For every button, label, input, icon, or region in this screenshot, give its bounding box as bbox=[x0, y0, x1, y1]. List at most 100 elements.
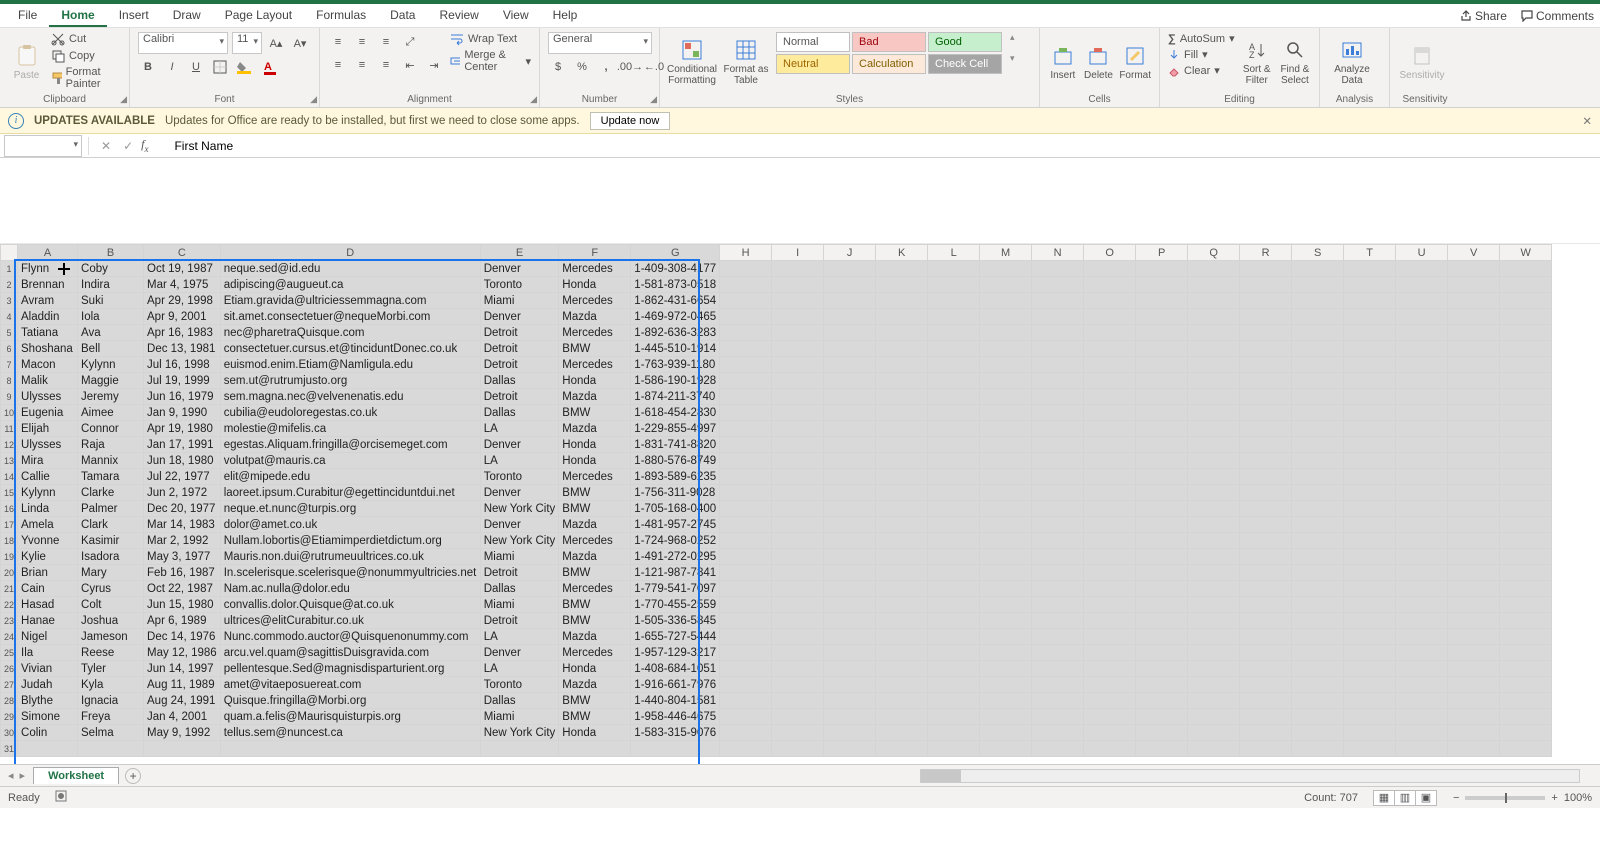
cell[interactable]: BMW bbox=[559, 709, 631, 725]
cell[interactable] bbox=[1188, 725, 1240, 741]
cell[interactable]: 1-121-987-7841 bbox=[631, 565, 720, 581]
cell[interactable] bbox=[1292, 309, 1344, 325]
cell[interactable]: Jul 22, 1977 bbox=[144, 469, 221, 485]
cell[interactable] bbox=[1292, 565, 1344, 581]
cell[interactable] bbox=[1240, 725, 1292, 741]
menu-formulas[interactable]: Formulas bbox=[304, 5, 378, 27]
cell[interactable] bbox=[220, 741, 480, 757]
cell[interactable] bbox=[720, 341, 772, 357]
cell[interactable] bbox=[1032, 533, 1084, 549]
menu-home[interactable]: Home bbox=[49, 5, 106, 27]
cell[interactable] bbox=[772, 549, 824, 565]
cell[interactable]: Dec 14, 1976 bbox=[144, 629, 221, 645]
cell[interactable]: neque.et.nunc@turpis.org bbox=[220, 501, 480, 517]
cell[interactable] bbox=[1396, 517, 1448, 533]
cell[interactable] bbox=[1084, 405, 1136, 421]
cell[interactable] bbox=[876, 709, 928, 725]
view-switcher[interactable]: ▦▥▣ bbox=[1374, 790, 1437, 806]
cell[interactable] bbox=[1032, 293, 1084, 309]
cell[interactable]: LA bbox=[480, 629, 559, 645]
cell[interactable]: Apr 16, 1983 bbox=[144, 325, 221, 341]
row-header[interactable]: 29 bbox=[1, 709, 18, 725]
cell[interactable] bbox=[720, 437, 772, 453]
cell[interactable] bbox=[928, 533, 980, 549]
cell[interactable]: Yvonne bbox=[18, 533, 78, 549]
cell[interactable]: Honda bbox=[559, 373, 631, 389]
cell[interactable]: 1-957-129-3217 bbox=[631, 645, 720, 661]
cell[interactable] bbox=[720, 389, 772, 405]
cell[interactable] bbox=[1500, 517, 1552, 533]
cell[interactable] bbox=[1396, 405, 1448, 421]
cell[interactable] bbox=[1500, 261, 1552, 277]
row-header[interactable]: 3 bbox=[1, 293, 18, 309]
paste-button[interactable]: Paste bbox=[8, 32, 45, 92]
cell[interactable] bbox=[1448, 645, 1500, 661]
cell[interactable]: adipiscing@augueut.ca bbox=[220, 277, 480, 293]
cell[interactable] bbox=[1292, 693, 1344, 709]
col-header-P[interactable]: P bbox=[1136, 245, 1188, 261]
cell[interactable]: 1-583-315-9076 bbox=[631, 725, 720, 741]
cell[interactable]: sem.magna.nec@velvenenatis.edu bbox=[220, 389, 480, 405]
col-header-J[interactable]: J bbox=[824, 245, 876, 261]
cell[interactable]: Jul 16, 1998 bbox=[144, 357, 221, 373]
cell[interactable] bbox=[772, 405, 824, 421]
cell[interactable] bbox=[928, 293, 980, 309]
cell[interactable] bbox=[824, 309, 876, 325]
col-header-R[interactable]: R bbox=[1240, 245, 1292, 261]
cell[interactable]: 1-880-576-8749 bbox=[631, 453, 720, 469]
row-header[interactable]: 14 bbox=[1, 469, 18, 485]
cell[interactable] bbox=[1136, 405, 1188, 421]
cell[interactable] bbox=[980, 565, 1032, 581]
cell[interactable] bbox=[1136, 597, 1188, 613]
cell[interactable] bbox=[1500, 613, 1552, 629]
cell[interactable]: BMW bbox=[559, 693, 631, 709]
cell[interactable] bbox=[980, 581, 1032, 597]
cell[interactable] bbox=[720, 453, 772, 469]
cell[interactable] bbox=[720, 469, 772, 485]
cell[interactable] bbox=[980, 645, 1032, 661]
cell[interactable] bbox=[1240, 709, 1292, 725]
cell[interactable] bbox=[1188, 293, 1240, 309]
cell[interactable] bbox=[1188, 613, 1240, 629]
cell[interactable] bbox=[1396, 693, 1448, 709]
cell[interactable] bbox=[1396, 709, 1448, 725]
cell[interactable] bbox=[1084, 293, 1136, 309]
cell[interactable] bbox=[1084, 725, 1136, 741]
cell[interactable] bbox=[1032, 693, 1084, 709]
cell[interactable] bbox=[720, 421, 772, 437]
font-name-combo[interactable]: Calibri bbox=[138, 32, 228, 54]
cell[interactable] bbox=[772, 677, 824, 693]
cell[interactable] bbox=[1500, 677, 1552, 693]
cell[interactable] bbox=[720, 405, 772, 421]
cell[interactable]: Apr 9, 2001 bbox=[144, 309, 221, 325]
cell[interactable]: arcu.vel.quam@sagittisDuisgravida.com bbox=[220, 645, 480, 661]
cell[interactable] bbox=[876, 421, 928, 437]
col-header-E[interactable]: E bbox=[480, 245, 559, 261]
autosum-button[interactable]: ∑ AutoSum ▾ bbox=[1168, 32, 1235, 45]
cell[interactable] bbox=[1448, 373, 1500, 389]
cell[interactable] bbox=[1240, 437, 1292, 453]
cell[interactable] bbox=[1032, 517, 1084, 533]
cell[interactable]: tellus.sem@nuncest.ca bbox=[220, 725, 480, 741]
align-middle-button[interactable]: ≡ bbox=[352, 32, 372, 52]
cell[interactable]: Blythe bbox=[18, 693, 78, 709]
cell[interactable] bbox=[1136, 421, 1188, 437]
cell[interactable] bbox=[1344, 709, 1396, 725]
cell[interactable] bbox=[1240, 533, 1292, 549]
cell[interactable] bbox=[772, 341, 824, 357]
cell[interactable]: Simone bbox=[18, 709, 78, 725]
cell[interactable] bbox=[1240, 581, 1292, 597]
cell[interactable] bbox=[1292, 709, 1344, 725]
cell[interactable] bbox=[772, 517, 824, 533]
cell[interactable] bbox=[1500, 485, 1552, 501]
row-header[interactable]: 6 bbox=[1, 341, 18, 357]
cell[interactable] bbox=[1032, 677, 1084, 693]
increase-indent-button[interactable]: ⇥ bbox=[424, 55, 444, 75]
decrease-indent-button[interactable]: ⇤ bbox=[400, 55, 420, 75]
cell[interactable] bbox=[1448, 677, 1500, 693]
fill-button[interactable]: Fill ▾ bbox=[1168, 48, 1235, 61]
cell[interactable] bbox=[1136, 373, 1188, 389]
cell[interactable] bbox=[1500, 389, 1552, 405]
cell[interactable]: In.scelerisque.scelerisque@nonummyultric… bbox=[220, 565, 480, 581]
cell[interactable] bbox=[824, 725, 876, 741]
